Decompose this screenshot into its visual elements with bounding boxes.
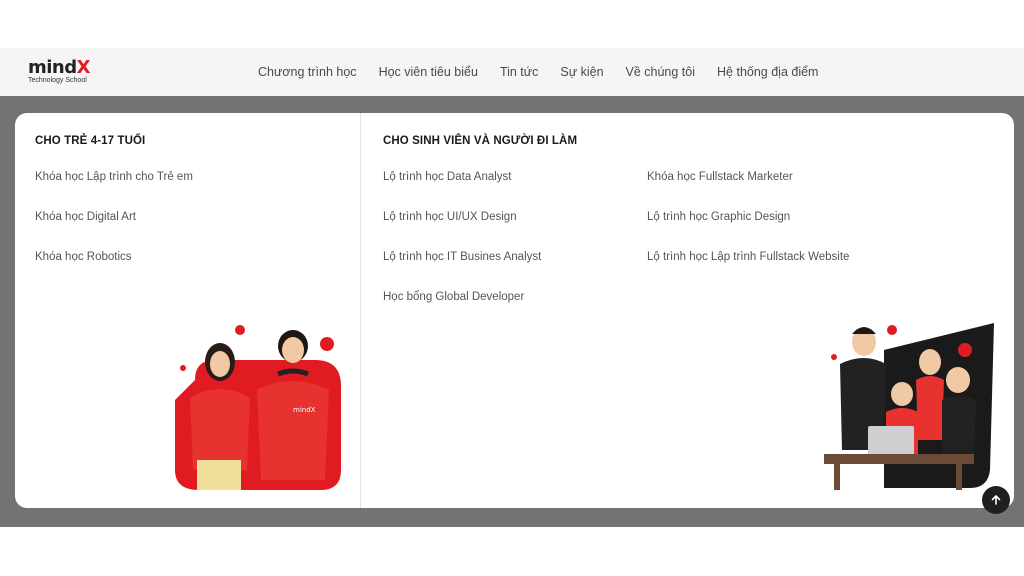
menu-item-graphic-design[interactable]: Lộ trình học Graphic Design (647, 211, 790, 223)
nav-item-featured-students[interactable]: Học viên tiêu biểu (379, 65, 478, 79)
menu-item-digital-art[interactable]: Khóa học Digital Art (35, 211, 136, 223)
nav-item-programs[interactable]: Chương trình học (258, 65, 357, 79)
menu-item-kids-coding[interactable]: Khóa học Lập trình cho Trẻ em (35, 171, 193, 183)
menu-item-fullstack-website[interactable]: Lộ trình học Lập trình Fullstack Website (647, 251, 849, 263)
menu-item-fullstack-marketer[interactable]: Khóa học Fullstack Marketer (647, 171, 793, 183)
mindx-logo[interactable]: mindX Technology School (28, 58, 98, 88)
adults-students-image (824, 323, 994, 490)
menu-item-uiux-design[interactable]: Lộ trình học UI/UX Design (383, 211, 517, 223)
top-navbar: mindX Technology School Chương trình học… (0, 48, 1024, 96)
main-nav: Chương trình học Học viên tiêu biểu Tin … (258, 48, 818, 96)
menu-item-data-analyst[interactable]: Lộ trình học Data Analyst (383, 171, 512, 183)
scroll-to-top-button[interactable] (982, 486, 1010, 514)
kids-column: CHO TRẺ 4-17 TUỔI Khóa học Lập trình cho… (15, 113, 361, 508)
svg-text:mindX: mindX (293, 406, 316, 414)
app-frame: mindX Technology School Chương trình học… (0, 0, 1024, 576)
logo-tagline: Technology School (28, 77, 87, 84)
kids-column-title: CHO TRẺ 4-17 TUỔI (35, 135, 146, 147)
nav-item-news[interactable]: Tin tức (500, 65, 538, 79)
nav-item-events[interactable]: Sự kiện (560, 65, 603, 79)
programs-dropdown-panel: CHO TRẺ 4-17 TUỔI Khóa học Lập trình cho… (15, 113, 1014, 508)
menu-item-it-business-analyst[interactable]: Lộ trình học IT Busines Analyst (383, 251, 541, 263)
adults-column-title: CHO SINH VIÊN VÀ NGƯỜI ĐI LÀM (383, 135, 578, 147)
kids-students-image: mindX (175, 325, 341, 490)
menu-item-robotics[interactable]: Khóa học Robotics (35, 251, 132, 263)
adults-column: CHO SINH VIÊN VÀ NGƯỜI ĐI LÀM Lộ trình h… (362, 113, 1014, 508)
menu-item-global-developer[interactable]: Học bổng Global Developer (383, 291, 524, 303)
nav-item-locations[interactable]: Hệ thống địa điểm (717, 65, 818, 79)
nav-item-about[interactable]: Về chúng tôi (626, 65, 696, 79)
arrow-up-icon (991, 495, 1001, 505)
logo-wordmark: mindX (28, 57, 91, 78)
